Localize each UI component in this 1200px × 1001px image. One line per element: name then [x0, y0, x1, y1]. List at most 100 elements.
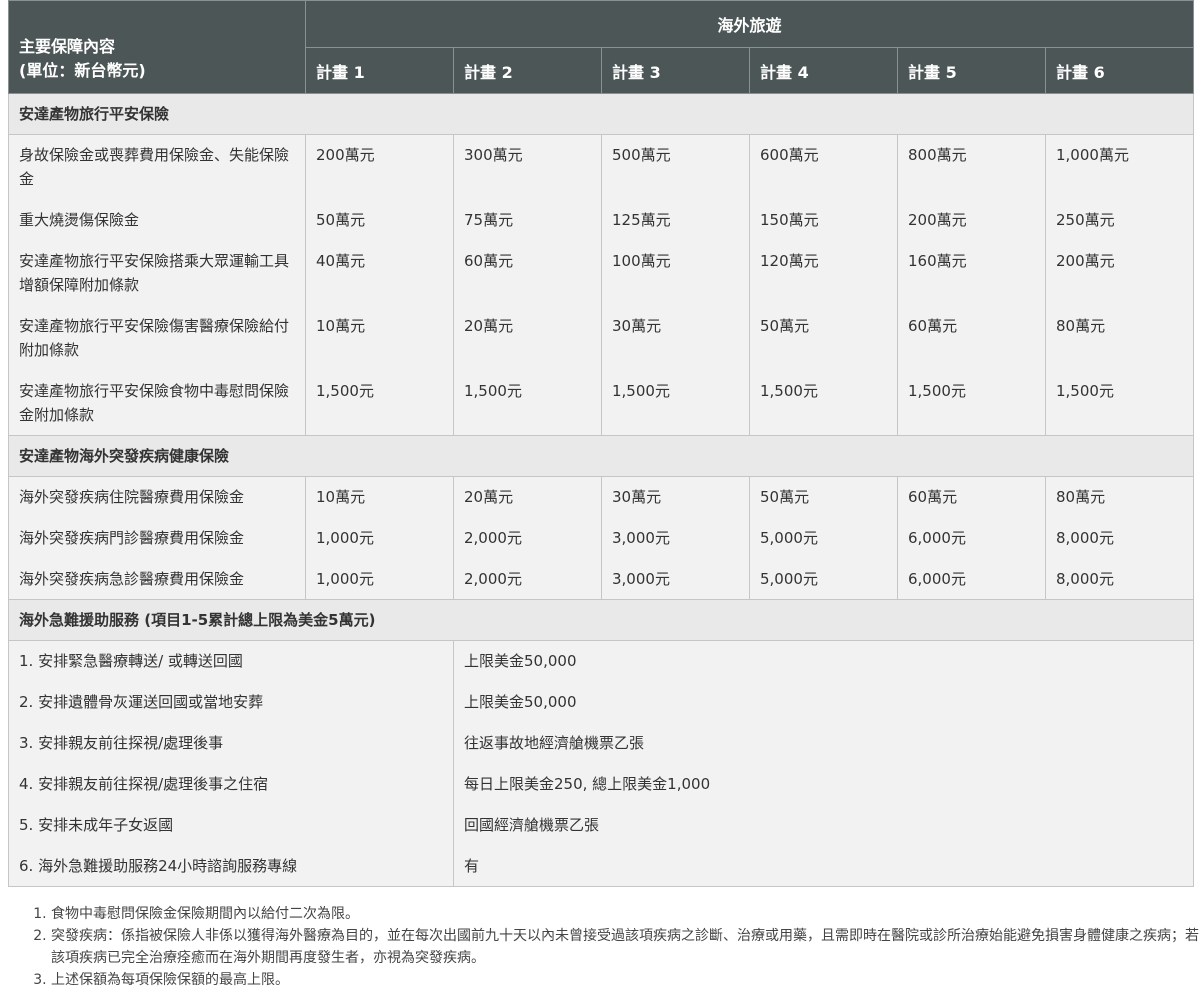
cell-value: 每日上限美金250, 總上限美金1,000: [452, 763, 1195, 805]
cell-value: 1,000元: [305, 517, 454, 559]
table-row: 5. 安排未成年子女返國 回國經濟艙機票乙張: [8, 804, 1195, 846]
cell-value: 250萬元: [1044, 199, 1195, 241]
row-label: 海外突發疾病急診醫療費用保險金: [8, 558, 306, 600]
cell-value: 1,500元: [897, 370, 1046, 436]
cell-value: 30萬元: [601, 305, 750, 371]
cell-value: 8,000元: [1044, 558, 1195, 600]
section-header-health-insurance: 安達產物海外突發疾病健康保險: [7, 435, 1195, 477]
cell-value: 160萬元: [897, 240, 1046, 306]
group-title: 海外旅遊: [717, 16, 782, 35]
table-row: 安達產物旅行平安保險食物中毒慰問保險金附加條款 1,500元 1,500元 1,…: [8, 370, 1195, 436]
section-title: 安達產物海外突發疾病健康保險: [7, 435, 1195, 477]
cell-value: 2,000元: [453, 517, 602, 559]
cell-value: 300萬元: [453, 134, 602, 200]
cell-value: 1,000元: [305, 558, 454, 600]
section-title: 海外急難援助服務 (項目1-5累計總上限為美金5萬元): [7, 599, 1195, 641]
cell-value: 60萬元: [897, 305, 1046, 371]
row-label-header: 主要保障內容 (單位：新台幣元): [8, 0, 306, 94]
section-header-travel-insurance: 安達產物旅行平安保險: [7, 93, 1195, 135]
coverage-table-container: 主要保障內容 (單位：新台幣元) 海外旅遊 計畫 1 計畫 2 計畫 3 計畫 …: [7, 0, 1195, 887]
cell-value: 往返事故地經濟艙機票乙張: [452, 722, 1195, 764]
cell-value: 上限美金50,000: [452, 640, 1195, 682]
cell-value: 20萬元: [453, 305, 602, 371]
table-row: 海外突發疾病急診醫療費用保險金 1,000元 2,000元 3,000元 5,0…: [8, 558, 1195, 600]
cell-value: 1,000萬元: [1044, 134, 1195, 200]
cell-value: 1,500元: [453, 370, 602, 436]
row-label: 安達產物旅行平安保險傷害醫療保險給付附加條款: [8, 305, 306, 371]
cell-value: 5,000元: [749, 517, 898, 559]
cell-value: 50萬元: [749, 305, 898, 371]
row-label: 6. 海外急難援助服務24小時諮詢服務專線: [8, 845, 454, 887]
table-row: 安達產物旅行平安保險傷害醫療保險給付附加條款 10萬元 20萬元 30萬元 50…: [8, 305, 1195, 371]
cell-value: 600萬元: [749, 134, 898, 200]
cell-value: 1,500元: [749, 370, 898, 436]
cell-value: 200萬元: [1044, 240, 1195, 306]
table-row: 4. 安排親友前往探視/處理後事之住宿 每日上限美金250, 總上限美金1,00…: [8, 763, 1195, 805]
section-header-assistance: 海外急難援助服務 (項目1-5累計總上限為美金5萬元): [7, 599, 1195, 641]
cell-value: 50萬元: [749, 476, 898, 518]
table-row: 1. 安排緊急醫療轉送/ 或轉送回國 上限美金50,000: [8, 640, 1195, 682]
footnote: 上述保額為每項保險保額的最高上限。: [51, 969, 1200, 991]
row-label: 安達產物旅行平安保險搭乘大眾運輸工具增額保障附加條款: [8, 240, 306, 306]
row-label: 1. 安排緊急醫療轉送/ 或轉送回國: [8, 640, 454, 682]
table-row: 重大燒燙傷保險金 50萬元 75萬元 125萬元 150萬元 200萬元 250…: [8, 199, 1195, 241]
cell-value: 125萬元: [601, 199, 750, 241]
cell-value: 上限美金50,000: [452, 681, 1195, 723]
cell-value: 回國經濟艙機票乙張: [452, 804, 1195, 846]
cell-value: 10萬元: [305, 305, 454, 371]
table-row: 海外突發疾病門診醫療費用保險金 1,000元 2,000元 3,000元 5,0…: [8, 517, 1195, 559]
cell-value: 5,000元: [749, 558, 898, 600]
row-label: 3. 安排親友前往探視/處理後事: [8, 722, 454, 764]
cell-value: 30萬元: [601, 476, 750, 518]
group-title-header: 海外旅遊: [304, 0, 1195, 48]
cell-value: 有: [452, 845, 1195, 887]
cell-value: 20萬元: [453, 476, 602, 518]
plan-header-2: 計畫 2: [453, 47, 602, 94]
cell-value: 200萬元: [305, 134, 454, 200]
cell-value: 3,000元: [601, 517, 750, 559]
cell-value: 500萬元: [601, 134, 750, 200]
row-label: 安達產物旅行平安保險食物中毒慰問保險金附加條款: [8, 370, 306, 436]
cell-value: 60萬元: [453, 240, 602, 306]
cell-value: 50萬元: [305, 199, 454, 241]
cell-value: 3,000元: [601, 558, 750, 600]
cell-value: 200萬元: [897, 199, 1046, 241]
cell-value: 1,500元: [601, 370, 750, 436]
cell-value: 60萬元: [897, 476, 1046, 518]
plan-header-5: 計畫 5: [897, 47, 1046, 94]
plan-header-3: 計畫 3: [601, 47, 750, 94]
cell-value: 8,000元: [1044, 517, 1195, 559]
table-row: 安達產物旅行平安保險搭乘大眾運輸工具增額保障附加條款 40萬元 60萬元 100…: [8, 240, 1195, 306]
table-row: 2. 安排遺體骨灰運送回國或當地安葬 上限美金50,000: [8, 681, 1195, 723]
cell-value: 150萬元: [749, 199, 898, 241]
cell-value: 40萬元: [305, 240, 454, 306]
row-label: 海外突發疾病住院醫療費用保險金: [8, 476, 306, 518]
footnotes-list: 食物中毒慰問保險金保險期間內以給付二次為限。 突發疾病：係指被保險人非係以獲得海…: [33, 903, 1200, 991]
plan-header-1: 計畫 1: [305, 47, 454, 94]
section-title: 安達產物旅行平安保險: [7, 93, 1195, 135]
cell-value: 120萬元: [749, 240, 898, 306]
cell-value: 75萬元: [453, 199, 602, 241]
plan-header-4: 計畫 4: [749, 47, 898, 94]
table-row: 6. 海外急難援助服務24小時諮詢服務專線 有: [8, 845, 1195, 887]
plan-header-6: 計畫 6: [1044, 47, 1195, 94]
row-label: 5. 安排未成年子女返國: [8, 804, 454, 846]
row-label: 重大燒燙傷保險金: [8, 199, 306, 241]
coverage-table: 主要保障內容 (單位：新台幣元) 海外旅遊 計畫 1 計畫 2 計畫 3 計畫 …: [7, 0, 1195, 887]
row-label: 身故保險金或喪葬費用保險金、失能保險金: [8, 134, 306, 200]
cell-value: 1,500元: [305, 370, 454, 436]
footnote: 食物中毒慰問保險金保險期間內以給付二次為限。: [51, 903, 1200, 925]
cell-value: 1,500元: [1044, 370, 1195, 436]
table-row: 3. 安排親友前往探視/處理後事 往返事故地經濟艙機票乙張: [8, 722, 1195, 764]
cell-value: 80萬元: [1044, 476, 1195, 518]
cell-value: 10萬元: [305, 476, 454, 518]
footnote: 突發疾病：係指被保險人非係以獲得海外醫療為目的，並在每次出國前九十天以內未曾接受…: [51, 925, 1200, 969]
cell-value: 80萬元: [1044, 305, 1195, 371]
row-label-line2: (單位：新台幣元): [19, 61, 146, 80]
row-label: 海外突發疾病門診醫療費用保險金: [8, 517, 306, 559]
table-row: 海外突發疾病住院醫療費用保險金 10萬元 20萬元 30萬元 50萬元 60萬元…: [8, 476, 1195, 518]
cell-value: 800萬元: [897, 134, 1046, 200]
row-label: 4. 安排親友前往探視/處理後事之住宿: [8, 763, 454, 805]
cell-value: 2,000元: [453, 558, 602, 600]
table-row: 身故保險金或喪葬費用保險金、失能保險金 200萬元 300萬元 500萬元 60…: [8, 134, 1195, 200]
